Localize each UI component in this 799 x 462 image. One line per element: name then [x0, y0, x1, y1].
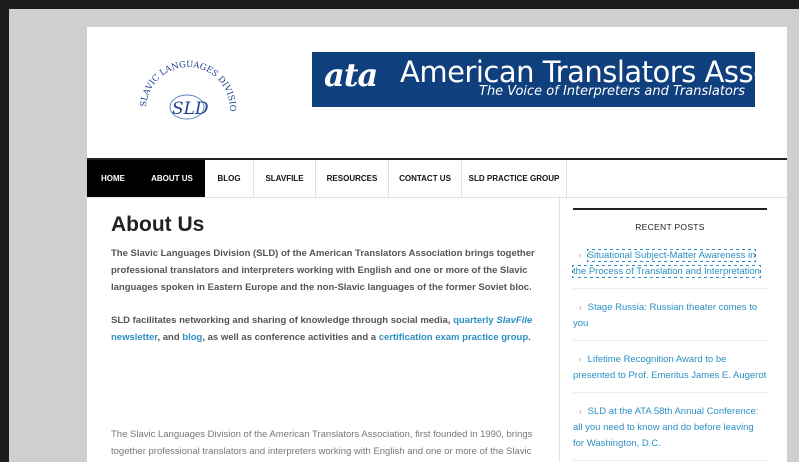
- nav-contact-us[interactable]: CONTACT US: [389, 160, 462, 197]
- browser-viewport: SLAVIC LANGUAGES DIVISION SLD ata Americ…: [9, 9, 799, 462]
- ata-tagline: The Voice of Interpreters and Translator…: [479, 84, 745, 99]
- intro-text: .: [528, 332, 531, 343]
- nav-about-us[interactable]: ABOUT US: [139, 160, 205, 197]
- recent-post-item[interactable]: › Stage Russia: Russian theater comes to …: [573, 300, 767, 341]
- recent-post-item[interactable]: › Situational Subject-Matter Awareness in…: [572, 248, 767, 289]
- recent-post-link[interactable]: Stage Russia: Russian theater comes to y…: [573, 302, 757, 329]
- intro-text: , and: [157, 332, 183, 343]
- intro-paragraph-links: SLD facilitates networking and sharing o…: [111, 312, 541, 346]
- recent-post-link[interactable]: Situational Subject-Matter Awareness in …: [572, 249, 761, 278]
- recent-post-link[interactable]: Lifetime Recognition Award to be present…: [573, 354, 766, 381]
- bullet-icon: ›: [579, 355, 582, 364]
- bullet-icon: ›: [579, 303, 582, 312]
- sidebar-divider: [559, 195, 560, 462]
- sld-logo[interactable]: SLAVIC LANGUAGES DIVISION SLD: [132, 45, 242, 125]
- nav-resources[interactable]: RESOURCES: [316, 160, 389, 197]
- page-title: About Us: [111, 213, 205, 236]
- recent-post-item[interactable]: › SLD at the ATA 58th Annual Conference: …: [573, 404, 767, 461]
- link-part-italic: SlavFile: [496, 315, 533, 326]
- recent-post-item[interactable]: › Lifetime Recognition Award to be presen…: [573, 352, 767, 393]
- bullet-icon: ›: [579, 251, 582, 260]
- sidebar: RECENT POSTS › Situational Subject-Matter…: [572, 204, 767, 462]
- main-content: About Us The Slavic Languages Division (…: [111, 213, 541, 457]
- ata-banner[interactable]: ata American Translators Association The…: [312, 52, 787, 107]
- recent-post-link[interactable]: SLD at the ATA 58th Annual Conference: a…: [573, 406, 758, 449]
- intro-paragraph: The Slavic Languages Division (SLD) of t…: [111, 248, 535, 293]
- nav-blog[interactable]: BLOG: [205, 160, 254, 197]
- intro-text: , as well as conference activities and a: [202, 332, 379, 343]
- recent-posts-title: RECENT POSTS: [635, 222, 705, 232]
- nav-sld-practice-group[interactable]: SLD PRACTICE GROUP: [462, 160, 567, 197]
- main-nav: HOME ABOUT US BLOG SLAVFILE RESOURCES CO…: [87, 158, 787, 198]
- link-part: quarterly: [453, 315, 497, 326]
- nav-slavfile[interactable]: SLAVFILE: [254, 160, 316, 197]
- body-paragraph: The Slavic Languages Division of the Ame…: [111, 429, 533, 457]
- intro-text: SLD facilitates networking and sharing o…: [111, 315, 454, 326]
- ata-logo-mark: ata: [324, 56, 378, 94]
- page-container: SLAVIC LANGUAGES DIVISION SLD ata Americ…: [87, 27, 787, 462]
- sidebar-rule: [573, 208, 767, 210]
- nav-home[interactable]: HOME: [87, 160, 139, 197]
- link-part: newsletter: [111, 332, 158, 343]
- bullet-icon: ›: [579, 407, 582, 416]
- blog-link[interactable]: blog: [182, 332, 202, 343]
- practice-group-link[interactable]: certification exam practice group: [379, 332, 528, 343]
- sld-logo-mark: SLD: [172, 99, 209, 119]
